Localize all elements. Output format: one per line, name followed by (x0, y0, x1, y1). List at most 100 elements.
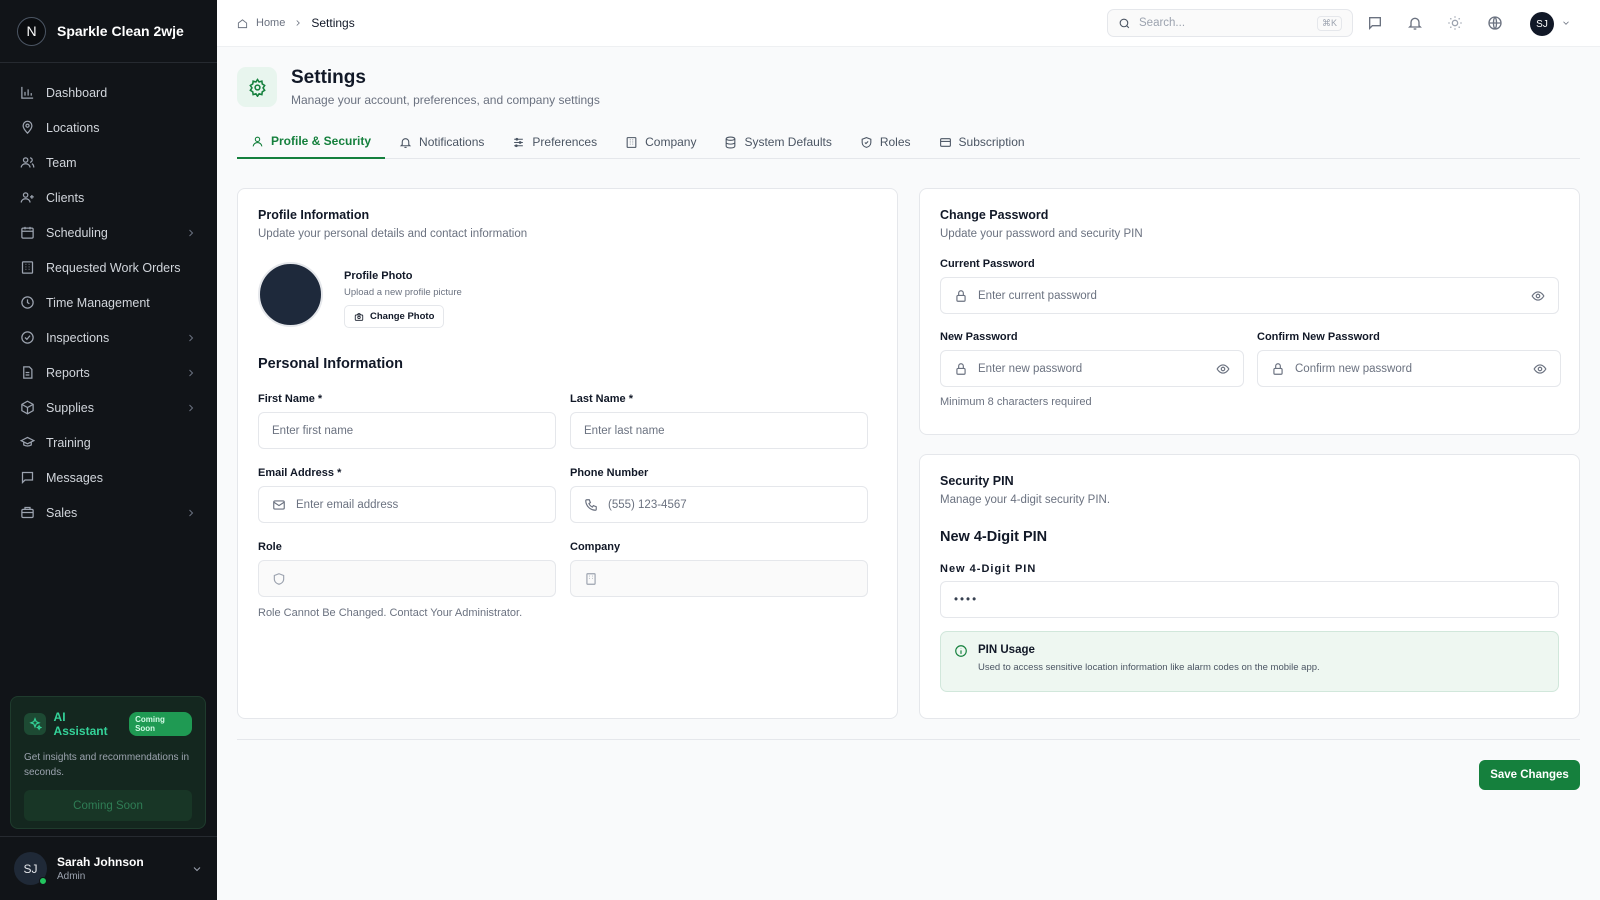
footer-divider (237, 739, 1580, 740)
search-input[interactable]: Search... ⌘K (1107, 9, 1353, 37)
ai-assistant-description: Get insights and recommendations in seco… (24, 752, 190, 778)
sidebar-item-label: Locations (46, 120, 100, 135)
users-icon (20, 157, 35, 168)
shield-icon (861, 136, 872, 148)
package-icon (21, 400, 34, 415)
chevron-right-icon (189, 404, 194, 411)
pin-usage-title: PIN Usage (978, 644, 1035, 656)
file-icon (23, 366, 33, 379)
pin-usage-text: Used to access sensitive location inform… (978, 662, 1320, 673)
new-password-field[interactable]: Enter new password (940, 350, 1244, 387)
chevron-right-icon (189, 369, 194, 376)
eye-icon[interactable] (1216, 362, 1230, 376)
chevron-down-icon[interactable] (1561, 18, 1571, 28)
tab-preferences[interactable]: Preferences (498, 125, 611, 159)
personal-information-title: Personal Information (258, 356, 404, 372)
sidebar-item-supplies[interactable]: Supplies (0, 390, 217, 425)
sidebar-item-sales[interactable]: Sales (0, 495, 217, 530)
sidebar-item-scheduling[interactable]: Scheduling (0, 215, 217, 250)
profile-photo-label: Profile Photo (344, 270, 413, 282)
sidebar-item-time-management[interactable]: Time Management (0, 285, 217, 320)
tab-label: Roles (879, 135, 911, 149)
database-icon (726, 136, 736, 148)
first-name-field[interactable]: Enter first name (258, 412, 556, 449)
settings-tabs: Profile & Security Notifications Prefere… (237, 125, 1580, 159)
globe-icon[interactable] (1487, 15, 1503, 31)
sidebar-item-label: Supplies (46, 400, 94, 415)
chevron-down-icon[interactable] (191, 863, 203, 875)
save-changes-button[interactable]: Save Changes (1479, 760, 1580, 790)
confirm-password-field[interactable]: Confirm new password (1257, 350, 1561, 387)
change-photo-button[interactable]: Change Photo (344, 305, 445, 328)
brand-name: Sparkle Clean 2wje (57, 23, 184, 39)
user-plus-icon (20, 192, 34, 203)
sidebar-item-label: Team (46, 155, 77, 170)
email-label: Email Address * (258, 467, 342, 479)
brand-logo: N (17, 16, 46, 46)
pin-field[interactable]: •••• (940, 581, 1559, 618)
page-subtitle: Manage your account, preferences, and co… (291, 93, 600, 107)
pin-heading: New 4-Digit PIN (940, 529, 1048, 545)
avatar: SJ (14, 852, 47, 885)
new-password-label: New Password (940, 331, 1018, 343)
lock-icon (956, 362, 966, 375)
sun-icon[interactable] (1447, 15, 1463, 31)
sidebar-item-inspections[interactable]: Inspections (0, 320, 217, 355)
sidebar-item-training[interactable]: Training (0, 425, 217, 460)
mail-icon (273, 499, 285, 510)
security-pin-card: Security PIN Manage your 4-digit securit… (919, 454, 1580, 719)
coming-soon-badge: Coming Soon (129, 712, 192, 736)
user-avatar[interactable]: SJ (1530, 12, 1554, 36)
first-name-label: First Name * (258, 393, 323, 405)
phone-field[interactable]: (555) 123-4567 (570, 486, 868, 523)
tab-company[interactable]: Company (611, 125, 710, 159)
message-icon (21, 471, 34, 485)
card-title: Change Password (940, 208, 1049, 222)
breadcrumb-home[interactable]: Home (256, 17, 285, 29)
bell-icon[interactable] (1407, 15, 1423, 31)
tab-notifications[interactable]: Notifications (385, 125, 498, 159)
sidebar-item-label: Reports (46, 365, 90, 380)
tab-subscription[interactable]: Subscription (925, 125, 1039, 159)
breadcrumb: Home Settings (237, 16, 355, 30)
ai-coming-soon-button[interactable]: Coming Soon (24, 790, 192, 821)
credit-card-icon (939, 137, 951, 147)
tab-label: System Defaults (744, 135, 832, 149)
sidebar-item-team[interactable]: Team (0, 145, 217, 180)
user-menu[interactable]: SJ Sarah Johnson Admin (0, 836, 217, 900)
tab-roles[interactable]: Roles (846, 125, 925, 159)
building-icon (586, 572, 596, 585)
role-field (258, 560, 556, 597)
tab-system-defaults[interactable]: System Defaults (710, 125, 845, 159)
sidebar-item-clients[interactable]: Clients (0, 180, 217, 215)
profile-information-card: Profile Information Update your personal… (237, 188, 898, 719)
current-password-field[interactable]: Enter current password (940, 277, 1559, 314)
settings-icon (237, 67, 277, 107)
tab-label: Subscription (958, 135, 1025, 149)
tab-label: Profile & Security (271, 134, 372, 148)
brand[interactable]: N Sparkle Clean 2wje (0, 0, 217, 63)
eye-icon[interactable] (1533, 362, 1547, 376)
search-shortcut: ⌘K (1316, 15, 1342, 31)
page-title: Settings (291, 67, 366, 88)
message-icon[interactable] (1367, 15, 1383, 31)
sidebar-item-locations[interactable]: Locations (0, 110, 217, 145)
company-label: Company (570, 541, 621, 553)
search-placeholder: Search... (1139, 17, 1186, 29)
tab-label: Preferences (532, 135, 598, 149)
sidebar-item-requested-work-orders[interactable]: Requested Work Orders (0, 250, 217, 285)
sidebar-item-reports[interactable]: Reports (0, 355, 217, 390)
sidebar-item-label: Messages (46, 470, 103, 485)
lock-icon (1273, 362, 1283, 375)
email-field[interactable]: Enter email address (258, 486, 556, 523)
sidebar-item-label: Clients (46, 190, 85, 205)
sidebar-item-messages[interactable]: Messages (0, 460, 217, 495)
last-name-field[interactable]: Enter last name (570, 412, 868, 449)
search-icon (1119, 18, 1130, 28)
eye-icon[interactable] (1531, 289, 1545, 303)
tab-profile-security[interactable]: Profile & Security (237, 125, 386, 159)
last-name-label: Last Name * (570, 393, 633, 405)
sidebar-item-dashboard[interactable]: Dashboard (0, 75, 217, 110)
topbar: Home Settings Search... ⌘K SJ (217, 0, 1600, 47)
password-hint: Minimum 8 characters required (940, 396, 1092, 408)
